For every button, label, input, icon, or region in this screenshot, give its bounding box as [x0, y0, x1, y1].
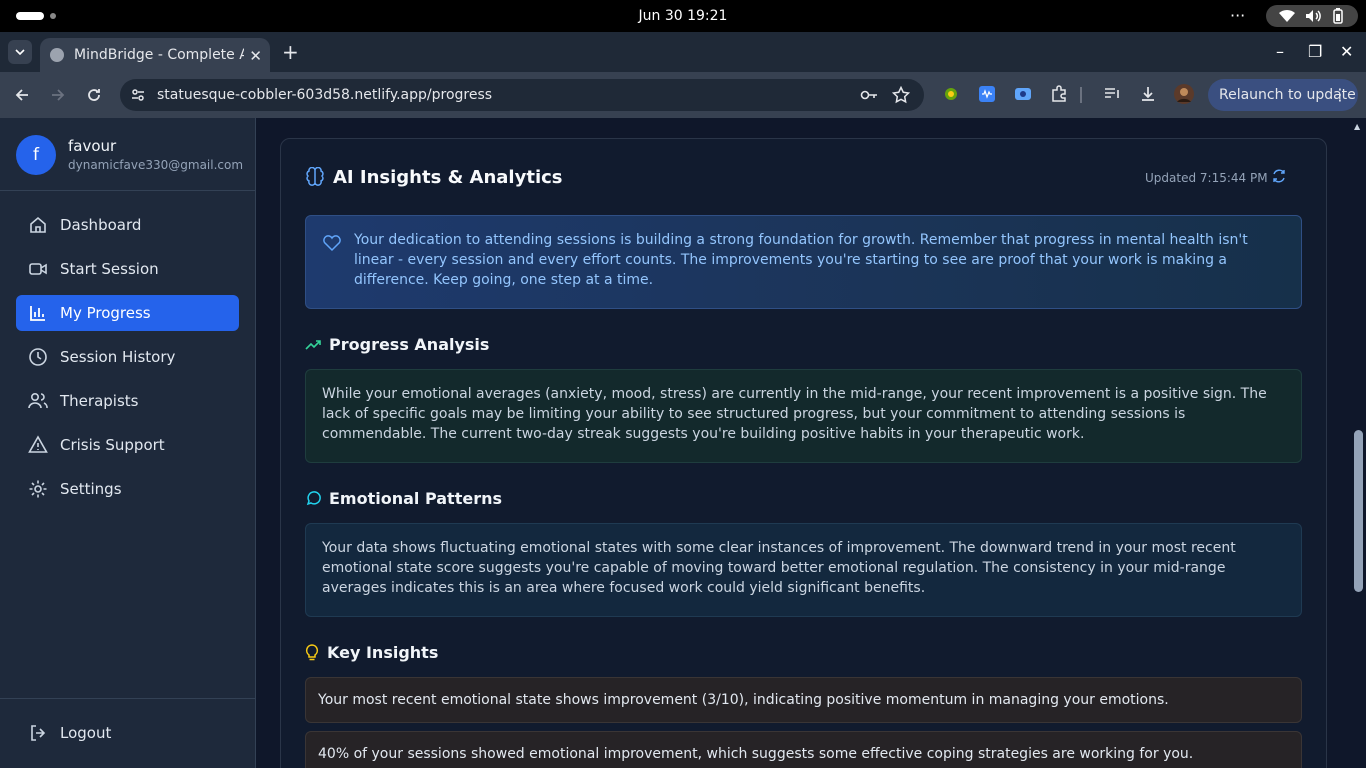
users-icon — [28, 391, 48, 411]
logout-label: Logout — [60, 724, 112, 742]
media-queue-icon[interactable] — [1102, 84, 1122, 104]
refresh-icon[interactable] — [1271, 168, 1287, 184]
extension-screen-icon[interactable] — [1013, 84, 1033, 104]
password-key-icon[interactable] — [860, 87, 878, 103]
browser-tab[interactable]: MindBridge - Complete A ✕ — [40, 38, 270, 72]
wifi-icon — [1279, 9, 1295, 22]
close-tab-icon[interactable]: ✕ — [249, 47, 262, 65]
bar-chart-icon — [28, 303, 48, 323]
key-insight-item: 40% of your sessions showed emotional im… — [305, 731, 1302, 768]
bookmark-star-icon[interactable] — [892, 86, 910, 104]
tab-search-button[interactable] — [8, 40, 32, 64]
chevron-down-icon — [15, 49, 25, 55]
address-bar[interactable]: statuesque-cobbler-603d58.netlify.app/pr… — [120, 79, 924, 111]
progress-analysis-text: While your emotional averages (anxiety, … — [322, 386, 1267, 442]
avatar: f — [16, 135, 56, 175]
tab-title: MindBridge - Complete A — [74, 47, 244, 63]
back-button[interactable] — [11, 84, 33, 106]
section-title: Emotional Patterns — [329, 489, 503, 508]
toolbar-divider — [1080, 87, 1082, 103]
card-title: AI Insights & Analytics — [333, 167, 563, 188]
key-insight-text: 40% of your sessions showed emotional im… — [318, 746, 1194, 762]
key-insight-item: Your most recent emotional state shows i… — [305, 677, 1302, 723]
sidebar-item-session-history[interactable]: Session History — [16, 339, 239, 375]
encouragement-box: Your dedication to attending sessions is… — [305, 215, 1302, 309]
scroll-up-icon[interactable]: ▲ — [1354, 122, 1360, 131]
encouragement-text: Your dedication to attending sessions is… — [354, 232, 1248, 288]
sidebar-divider — [0, 698, 255, 699]
arrow-left-icon — [15, 89, 28, 101]
trending-up-icon — [305, 339, 321, 350]
sidebar-item-label: My Progress — [60, 304, 151, 322]
sidebar-item-label: Session History — [60, 348, 176, 366]
lightbulb-icon — [305, 643, 319, 660]
message-circle-icon — [306, 490, 321, 505]
os-clock[interactable]: Jun 30 19:21 — [0, 8, 1366, 24]
emotional-patterns-text: Your data shows fluctuating emotional st… — [322, 540, 1236, 596]
sidebar-item-label: Settings — [60, 480, 122, 498]
sidebar-item-start-session[interactable]: Start Session — [16, 251, 239, 287]
emotional-patterns-heading: Emotional Patterns — [305, 489, 502, 508]
logout-icon — [28, 723, 48, 743]
os-top-bar: Jun 30 19:21 ··· — [0, 0, 1366, 32]
globe-icon — [50, 48, 64, 62]
reload-button[interactable] — [83, 84, 105, 106]
key-insight-text: Your most recent emotional state shows i… — [318, 692, 1169, 708]
extension-audio-icon[interactable] — [977, 84, 997, 104]
extension-palette-icon[interactable] — [941, 84, 961, 104]
ai-insights-card: AI Insights & Analytics Updated 7:15:44 … — [280, 138, 1327, 768]
forward-button[interactable] — [47, 84, 69, 106]
system-tray[interactable] — [1266, 5, 1358, 27]
download-icon[interactable] — [1138, 84, 1158, 104]
sidebar-item-label: Dashboard — [60, 216, 142, 234]
relaunch-button[interactable]: Relaunch to update ⋮ — [1208, 79, 1358, 111]
clock-icon — [28, 347, 48, 367]
gear-icon — [28, 479, 48, 499]
sidebar-item-label: Therapists — [60, 392, 139, 410]
profile-avatar-icon[interactable] — [1174, 84, 1194, 104]
user-profile: f favour dynamicfave330@gmail.com — [0, 118, 255, 191]
browser-toolbar: statuesque-cobbler-603d58.netlify.app/pr… — [0, 72, 1366, 118]
arrow-right-icon — [52, 89, 65, 101]
heart-icon — [323, 235, 341, 252]
sidebar-item-label: Start Session — [60, 260, 159, 278]
volume-icon — [1306, 10, 1321, 22]
new-tab-button[interactable]: + — [282, 40, 299, 64]
sidebar: f favour dynamicfave330@gmail.com Dashbo… — [0, 118, 256, 768]
video-icon — [28, 259, 48, 279]
url-text[interactable]: statuesque-cobbler-603d58.netlify.app/pr… — [157, 87, 492, 103]
updated-timestamp: Updated 7:15:44 PM — [1145, 171, 1268, 185]
reload-icon — [88, 89, 100, 101]
brain-icon — [306, 167, 324, 186]
alert-triangle-icon — [28, 435, 48, 455]
main-content: AI Insights & Analytics Updated 7:15:44 … — [256, 118, 1352, 768]
home-icon — [28, 215, 48, 235]
sidebar-item-crisis-support[interactable]: Crisis Support — [16, 427, 239, 463]
sidebar-item-therapists[interactable]: Therapists — [16, 383, 239, 419]
sidebar-item-settings[interactable]: Settings — [16, 471, 239, 507]
sidebar-item-dashboard[interactable]: Dashboard — [16, 207, 239, 243]
maximize-icon[interactable]: ❐ — [1308, 42, 1322, 61]
tab-strip: MindBridge - Complete A ✕ + – ❐ ✕ — [0, 32, 1366, 72]
extensions-puzzle-icon[interactable] — [1049, 84, 1069, 104]
progress-analysis-heading: Progress Analysis — [305, 335, 489, 354]
user-email: dynamicfave330@gmail.com — [68, 158, 244, 172]
section-title: Progress Analysis — [329, 335, 490, 354]
scrollbar-thumb[interactable] — [1354, 430, 1363, 592]
progress-analysis-box: While your emotional averages (anxiety, … — [305, 369, 1302, 463]
sidebar-item-my-progress[interactable]: My Progress — [16, 295, 239, 331]
close-window-icon[interactable]: ✕ — [1340, 42, 1353, 61]
emotional-patterns-box: Your data shows fluctuating emotional st… — [305, 523, 1302, 617]
more-vertical-icon[interactable]: ⋮ — [1332, 85, 1348, 104]
section-title: Key Insights — [327, 643, 439, 662]
os-more-icon[interactable]: ··· — [1230, 6, 1245, 25]
key-insights-heading: Key Insights — [305, 643, 438, 662]
sidebar-item-label: Crisis Support — [60, 436, 165, 454]
minimize-icon[interactable]: – — [1276, 42, 1284, 61]
site-info-icon[interactable] — [130, 87, 146, 103]
battery-icon — [1333, 8, 1343, 24]
user-name: favour — [68, 137, 117, 155]
logout-button[interactable]: Logout — [16, 715, 239, 751]
